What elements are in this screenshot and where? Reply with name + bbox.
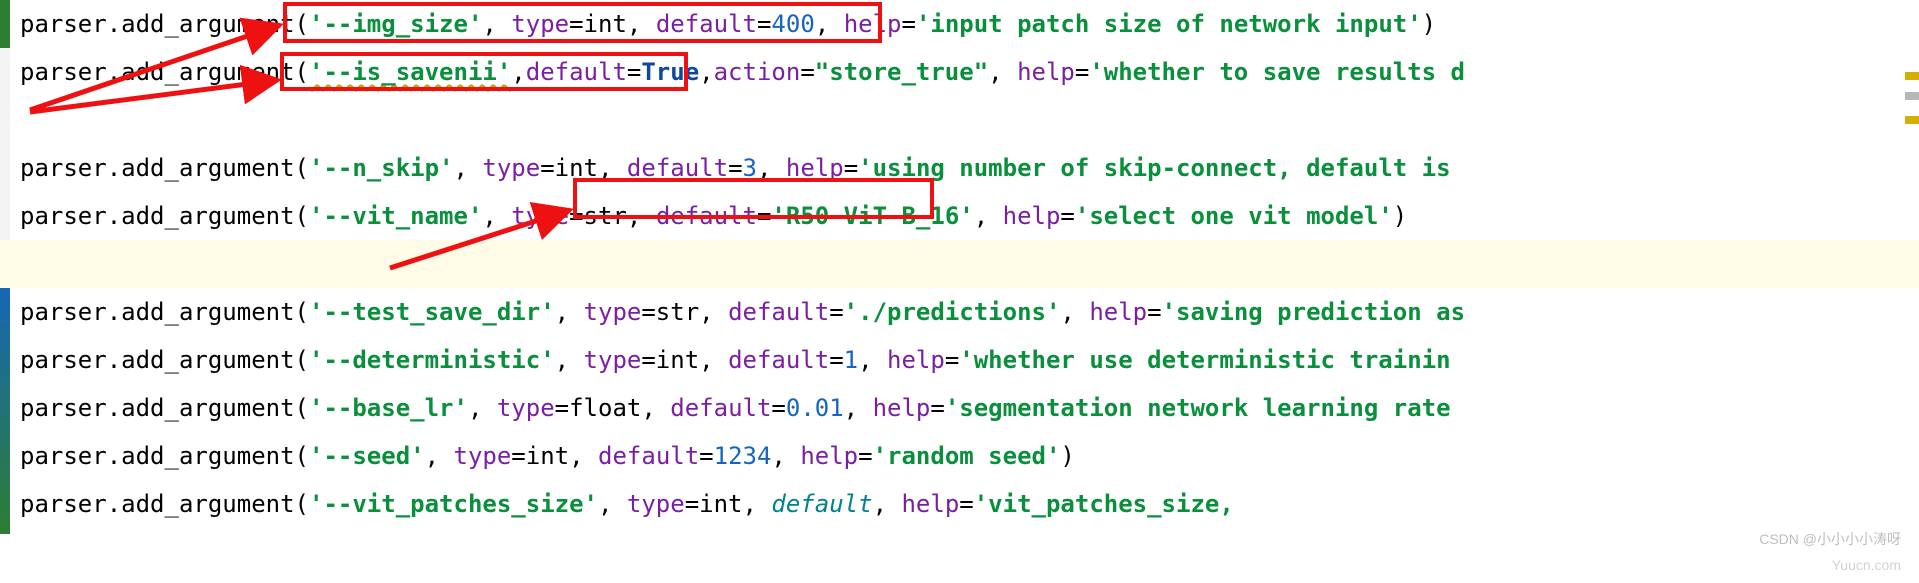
arg-name: '--seed'	[309, 442, 425, 470]
marker-stripe[interactable]	[1905, 92, 1919, 100]
arg-name: '--is_savenii'	[309, 58, 511, 86]
watermark: CSDN @小小小小涛呀	[1759, 529, 1901, 549]
code-line[interactable]: parser.add_argument('--test_save_dir', t…	[0, 288, 1919, 336]
token-ident: parser	[20, 10, 107, 38]
default-value: True	[641, 58, 699, 86]
arg-name: '--base_lr'	[309, 394, 468, 422]
help-text: 'whether use deterministic trainin	[959, 346, 1450, 374]
code-line-current[interactable]	[0, 240, 1919, 288]
token-call: add_argument	[121, 10, 294, 38]
help-text: 'segmentation network learning rate	[945, 394, 1451, 422]
arg-name: '--vit_patches_size'	[309, 490, 598, 518]
marker-stripe[interactable]	[1905, 72, 1919, 80]
arg-name: '--img_size'	[309, 10, 482, 38]
code-line[interactable]: parser.add_argument('--base_lr', type=fl…	[0, 384, 1919, 432]
help-text: 'random seed'	[873, 442, 1061, 470]
code-line-blank	[0, 96, 1919, 144]
arg-name: '--test_save_dir'	[309, 298, 555, 326]
arg-name: '--deterministic'	[309, 346, 555, 374]
arg-name: '--n_skip'	[309, 154, 454, 182]
help-text: 'select one vit model'	[1075, 202, 1393, 230]
help-text: 'vit_patches_size,	[974, 490, 1234, 518]
marker-stripe[interactable]	[1905, 116, 1919, 124]
code-line[interactable]: parser.add_argument('--seed', type=int, …	[0, 432, 1919, 480]
code-line[interactable]: parser.add_argument('--n_skip', type=int…	[0, 144, 1919, 192]
code-line[interactable]: parser.add_argument('--img_size', type=i…	[0, 0, 1919, 48]
code-line[interactable]: parser.add_argument('--deterministic', t…	[0, 336, 1919, 384]
help-text: 'input patch size of network input'	[916, 10, 1422, 38]
code-line[interactable]: parser.add_argument('--is_savenii',defau…	[0, 48, 1919, 96]
code-editor[interactable]: parser.add_argument('--img_size', type=i…	[0, 0, 1919, 528]
help-text: 'using number of skip-connect, default i…	[858, 154, 1450, 182]
code-line[interactable]: parser.add_argument('--vit_name', type=s…	[0, 192, 1919, 240]
arg-name: '--vit_name'	[309, 202, 482, 230]
code-line[interactable]: parser.add_argument('--vit_patches_size'…	[0, 480, 1919, 528]
help-text: 'saving prediction as	[1162, 298, 1465, 326]
help-text: 'whether to save results d	[1089, 58, 1465, 86]
watermark: Yuucn.com	[1832, 557, 1901, 573]
default-value: 400	[771, 10, 814, 38]
default-value: 'R50-ViT-B_16'	[771, 202, 973, 230]
